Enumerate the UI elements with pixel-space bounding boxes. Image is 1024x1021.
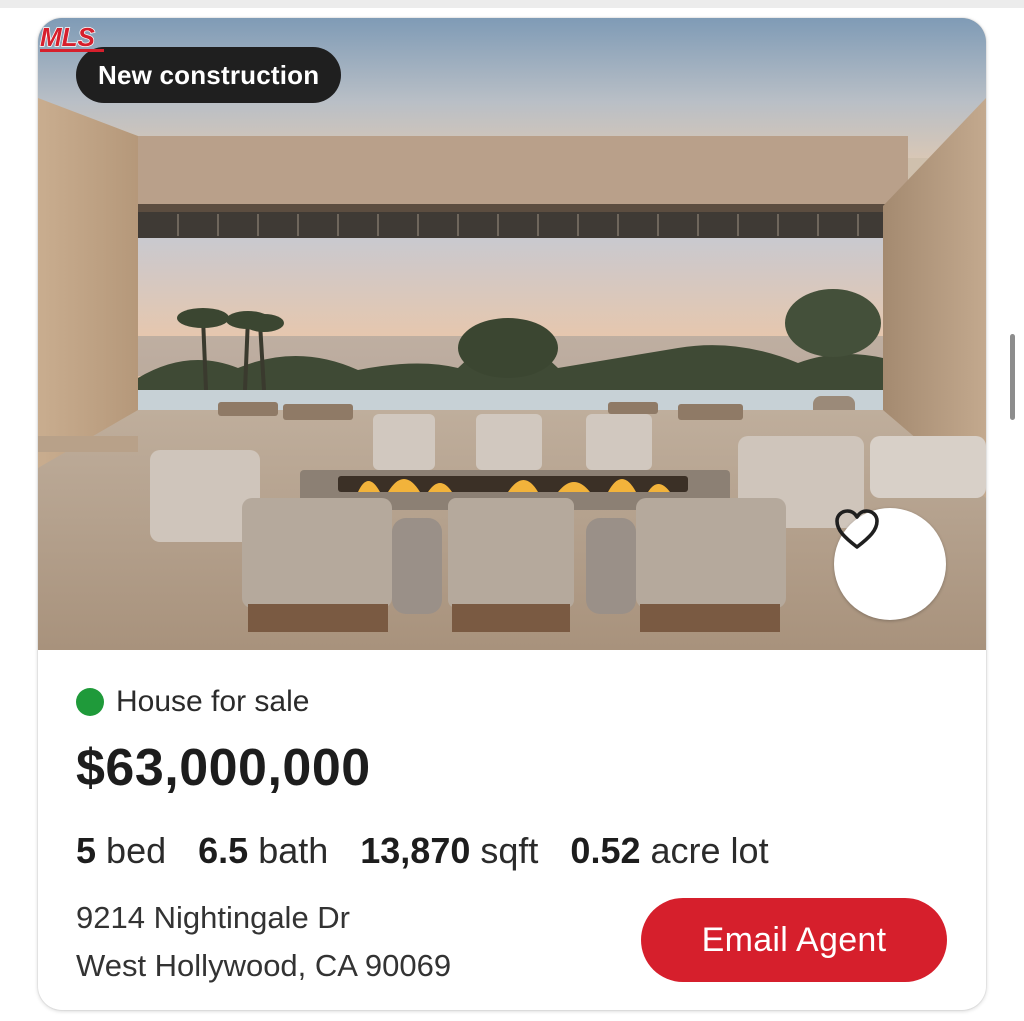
fact-sqft: 13,870 sqft xyxy=(360,830,539,871)
listing-facts: 5 bed 6.5 bath 13,870 sqft 0.52 acre lot xyxy=(76,826,801,876)
address-city: West Hollywood, CA 90069 xyxy=(76,948,452,983)
badge-label: New construction xyxy=(98,59,320,90)
svg-text:MLS: MLS xyxy=(40,22,96,52)
listing-address[interactable]: 9214 Nightingale Dr West Hollywood, CA 9… xyxy=(76,894,451,990)
favorite-button[interactable] xyxy=(834,508,946,620)
listing-status: House for sale xyxy=(76,682,309,722)
heart-outline-icon xyxy=(835,509,879,549)
fact-lot: 0.52 acre lot xyxy=(570,830,769,871)
address-street: 9214 Nightingale Dr xyxy=(76,900,351,935)
fact-baths: 6.5 bath xyxy=(198,830,329,871)
mls-logo: MLS xyxy=(39,21,104,53)
status-label: House for sale xyxy=(116,685,310,718)
listing-card[interactable]: New construction MLS House for sale $63,… xyxy=(38,18,986,1010)
status-dot-icon xyxy=(76,688,104,716)
listing-photo[interactable]: New construction MLS xyxy=(38,18,986,650)
listing-price: $63,000,000 xyxy=(76,739,371,797)
scrollbar[interactable] xyxy=(1010,334,1015,420)
email-agent-button[interactable]: Email Agent xyxy=(641,898,947,982)
email-agent-label: Email Agent xyxy=(701,920,887,959)
top-divider xyxy=(0,0,1024,8)
new-construction-badge: New construction xyxy=(76,47,342,103)
fact-beds: 5 bed xyxy=(76,830,167,871)
